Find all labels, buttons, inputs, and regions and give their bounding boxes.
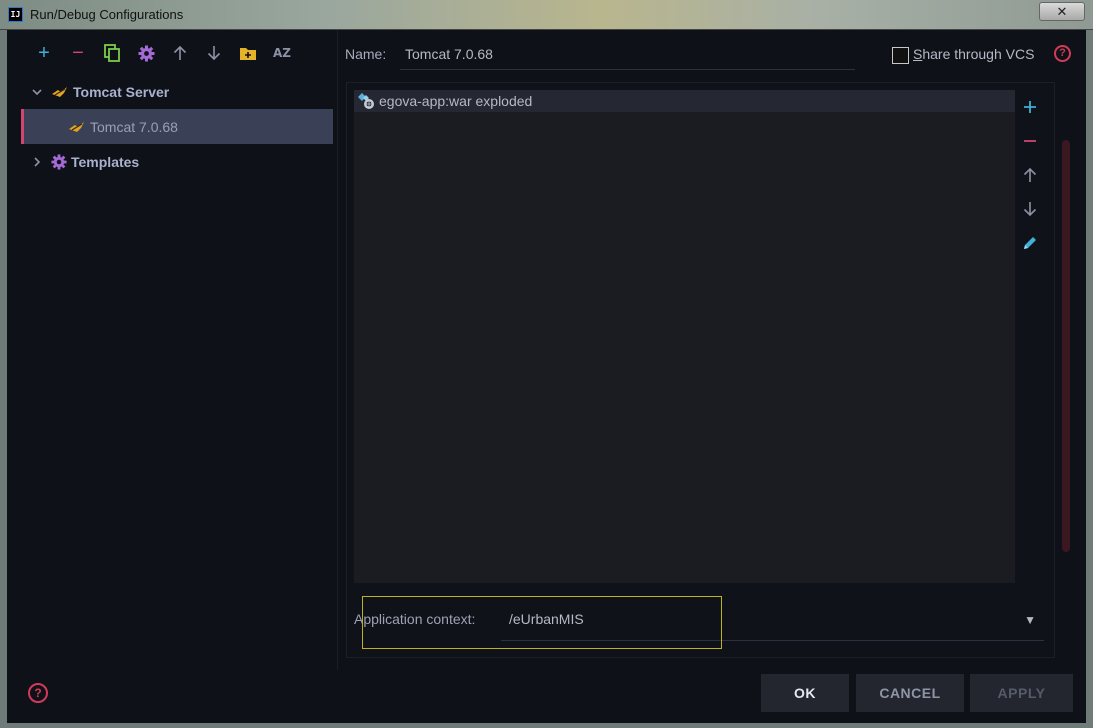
copy-config-button[interactable] bbox=[95, 42, 129, 64]
artifact-side-toolbar bbox=[1015, 90, 1045, 260]
folder-add-icon bbox=[240, 47, 256, 60]
arrow-up-icon bbox=[173, 45, 187, 60]
move-artifact-up-button[interactable] bbox=[1015, 158, 1045, 192]
tree-node-tomcat-server[interactable]: Tomcat Server bbox=[21, 74, 333, 109]
add-icon: + bbox=[38, 42, 50, 64]
chevron-down-icon[interactable] bbox=[29, 86, 45, 98]
arrow-down-icon bbox=[207, 46, 221, 61]
window-frame-bottom bbox=[0, 723, 1093, 728]
name-input[interactable]: Tomcat 7.0.68 bbox=[400, 40, 855, 70]
config-toolbar: + − AZ bbox=[27, 42, 299, 64]
share-vcs-label[interactable]: Share through VCS bbox=[913, 46, 1034, 62]
gear-icon bbox=[51, 153, 67, 170]
gear-icon bbox=[138, 45, 154, 61]
arrow-down-icon bbox=[1023, 202, 1037, 217]
share-vcs-mnemonic: S bbox=[913, 46, 923, 62]
share-vcs-checkbox[interactable] bbox=[892, 47, 909, 64]
tree-node-tomcat-7068[interactable]: Tomcat 7.0.68 bbox=[21, 109, 333, 144]
tree-label-tomcat-7068: Tomcat 7.0.68 bbox=[90, 118, 178, 135]
new-folder-button[interactable] bbox=[231, 42, 265, 64]
sort-az-icon: AZ bbox=[273, 46, 291, 60]
remove-icon: − bbox=[72, 42, 84, 64]
sort-button[interactable]: AZ bbox=[265, 42, 299, 64]
apply-button[interactable]: APPLY bbox=[970, 674, 1073, 712]
edit-artifact-button[interactable] bbox=[1015, 226, 1045, 260]
list-item[interactable]: egova-app:war exploded bbox=[354, 90, 1015, 112]
chevron-right-icon[interactable] bbox=[29, 156, 45, 168]
dropdown-arrow-icon[interactable]: ▼ bbox=[1024, 613, 1036, 627]
move-up-button[interactable] bbox=[163, 42, 197, 64]
share-vcs-text: hare through VCS bbox=[922, 46, 1035, 62]
run-debug-dialog: + − AZ Tomcat Server Tomcat 7.0.68 Templ… bbox=[7, 30, 1086, 723]
remove-artifact-button[interactable] bbox=[1015, 124, 1045, 158]
add-icon bbox=[1024, 101, 1036, 113]
tree-node-templates[interactable]: Templates bbox=[21, 144, 333, 179]
panel-divider[interactable] bbox=[337, 30, 338, 670]
edit-defaults-button[interactable] bbox=[129, 42, 163, 64]
tree-label-tomcat-server: Tomcat Server bbox=[73, 83, 170, 100]
window-titlebar: IJ Run/Debug Configurations ✕ bbox=[0, 0, 1093, 30]
artifact-list[interactable]: egova-app:war exploded bbox=[354, 90, 1015, 583]
ok-button[interactable]: OK bbox=[761, 674, 849, 712]
add-artifact-button[interactable] bbox=[1015, 90, 1045, 124]
artifact-war-icon bbox=[357, 92, 375, 110]
move-down-button[interactable] bbox=[197, 42, 231, 64]
window-title: Run/Debug Configurations bbox=[30, 7, 184, 22]
arrow-up-icon bbox=[1023, 167, 1037, 182]
tomcat-icon bbox=[51, 85, 69, 99]
window-frame-right bbox=[1086, 30, 1093, 728]
vertical-scrollbar[interactable] bbox=[1062, 140, 1070, 552]
config-tree: Tomcat Server Tomcat 7.0.68 Templates bbox=[21, 74, 333, 179]
move-artifact-down-button[interactable] bbox=[1015, 192, 1045, 226]
annotation-highlight-box bbox=[362, 596, 722, 649]
remove-icon bbox=[1024, 140, 1036, 142]
tree-label-templates: Templates bbox=[71, 153, 140, 170]
window-close-button[interactable]: ✕ bbox=[1039, 2, 1085, 21]
intellij-app-icon: IJ bbox=[8, 7, 23, 22]
copy-icon bbox=[104, 44, 120, 62]
help-icon[interactable]: ? bbox=[28, 683, 48, 703]
window-frame-left bbox=[0, 30, 7, 728]
name-label: Name: bbox=[345, 46, 387, 62]
cancel-button[interactable]: CANCEL bbox=[856, 674, 964, 712]
add-config-button[interactable]: + bbox=[27, 42, 61, 64]
tomcat-icon bbox=[68, 120, 86, 134]
help-icon[interactable]: ? bbox=[1054, 45, 1071, 62]
remove-config-button[interactable]: − bbox=[61, 42, 95, 64]
pencil-icon bbox=[1024, 237, 1036, 249]
artifact-name: egova-app:war exploded bbox=[379, 93, 533, 109]
